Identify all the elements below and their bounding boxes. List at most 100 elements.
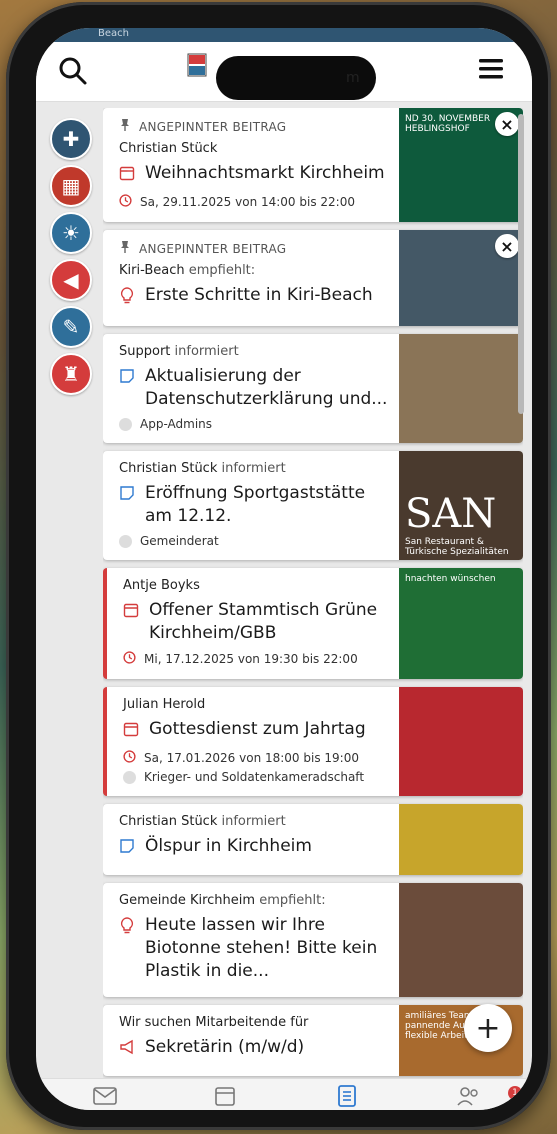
- top-bar: m: [36, 42, 532, 102]
- card-author: Julian Herold: [123, 697, 399, 712]
- card-title-row: Offener Stammtisch Grüne Kirchheim/GBB: [123, 599, 399, 645]
- author-name[interactable]: Support: [119, 344, 170, 359]
- close-icon[interactable]: ×: [495, 234, 519, 258]
- sidebar-note-button[interactable]: ✎: [50, 306, 92, 348]
- group-icon: [123, 770, 136, 784]
- status-bar: Beach: [36, 28, 532, 42]
- card-text: Gemeinde Kirchheim empfiehlt: Heute lasse…: [103, 883, 403, 997]
- card-title-row: Weihnachtsmarkt Kirchheim: [119, 162, 395, 188]
- pin-icon: [119, 118, 131, 135]
- event-date: Sa, 17.01.2026 von 18:00 bis 19:00: [144, 751, 359, 765]
- card-text: ANGEPINNTER BEITRAG Kiri-Beach empfiehlt:…: [103, 230, 403, 326]
- card-author: Gemeinde Kirchheim empfiehlt:: [119, 893, 395, 908]
- card-thumbnail: [399, 883, 523, 997]
- clock-icon: [123, 651, 136, 667]
- card-title: Offener Stammtisch Grüne Kirchheim/GBB: [149, 600, 378, 643]
- author-verb: empfiehlt:: [184, 263, 256, 278]
- card-thumbnail: hnachten wünschen: [399, 568, 523, 679]
- municipality-logo-icon: [187, 53, 207, 77]
- card-title-row: Erste Schritte in Kiri-Beach: [119, 284, 395, 312]
- event-date: Sa, 29.11.2025 von 14:00 bis 22:00: [140, 195, 355, 209]
- group-icon: [119, 534, 132, 548]
- hamburger-menu-icon[interactable]: [478, 56, 504, 82]
- card-title: Weihnachtsmarkt Kirchheim: [145, 163, 385, 183]
- sidebar-megaphone-button[interactable]: ◀: [50, 259, 92, 301]
- calendar-icon[interactable]: [212, 1085, 238, 1107]
- card-author: Kiri-Beach empfiehlt:: [119, 263, 395, 278]
- card-author: Support informiert: [119, 344, 395, 359]
- card-thumbnail: [399, 687, 523, 796]
- card-text: Wir suchen Mitarbeitende für Sekretärin (…: [103, 1005, 403, 1076]
- author-verb: empfiehlt:: [255, 893, 326, 908]
- pinned-label: ANGEPINNTER BEITRAG: [119, 118, 395, 135]
- feed-card[interactable]: Support informiert Aktualisierung der Dat…: [103, 334, 523, 443]
- group-name: Krieger- und Soldatenkameradschaft: [144, 770, 365, 784]
- author-name[interactable]: Christian Stück: [119, 814, 217, 829]
- card-title: Sekretärin (m/w/d): [145, 1037, 305, 1057]
- author-name[interactable]: Kiri-Beach: [119, 263, 185, 278]
- lightbulb-icon: [119, 917, 137, 942]
- pinned-label: ANGEPINNTER BEITRAG: [119, 240, 395, 257]
- note-icon: ✎: [62, 315, 80, 339]
- status-text: Beach: [98, 28, 129, 39]
- category-sidebar: ✚ ▦ ☀ ◀ ✎ ♜: [50, 118, 96, 400]
- thumbnail-text: hnachten wünschen: [405, 574, 496, 584]
- card-author: Christian Stück informiert: [119, 461, 395, 476]
- feed-card[interactable]: ANGEPINNTER BEITRAG Kiri-Beach empfiehlt:…: [103, 230, 523, 326]
- feed-card[interactable]: Christian Stück informiert Ölspur in Kirc…: [103, 804, 523, 875]
- pinned-label-text: ANGEPINNTER BEITRAG: [139, 119, 287, 134]
- lightbulb-icon: ☀: [62, 221, 80, 245]
- thumbnail-text: SAN: [405, 491, 497, 537]
- search-icon[interactable]: [58, 56, 88, 86]
- close-icon[interactable]: ×: [495, 112, 519, 136]
- feed-card[interactable]: Antje Boyks Offener Stammtisch Grüne Kirc…: [103, 568, 523, 679]
- feed-scrollbar[interactable]: [518, 114, 524, 414]
- card-text: Julian Herold Gottesdienst zum Jahrtag Sa,…: [107, 687, 407, 796]
- feed-list: ANGEPINNTER BEITRAG Christian Stück Weihna…: [103, 108, 523, 1078]
- add-post-button[interactable]: +: [464, 1004, 512, 1052]
- sidebar-calendar-button[interactable]: ▦: [50, 165, 92, 207]
- megaphone-icon: ◀: [63, 268, 79, 292]
- author-name[interactable]: Christian Stück: [119, 461, 217, 476]
- feed-card[interactable]: ANGEPINNTER BEITRAG Christian Stück Weihna…: [103, 108, 523, 222]
- group-row: App-Admins: [119, 417, 395, 431]
- card-thumbnail: SAN San Restaurant & Türkische Spezialitä…: [399, 451, 523, 560]
- app-title: m: [346, 70, 360, 86]
- event-date: Mi, 17.12.2025 von 19:30 bis 22:00: [144, 652, 358, 666]
- sidebar-crest-button[interactable]: ♜: [50, 353, 92, 395]
- phone-frame: Beach m ✚ ▦ ☀ ◀ ✎ ♜ ANGEPINNTER BEITRAG Christ…: [6, 2, 551, 1130]
- card-author: Christian Stück: [119, 141, 395, 156]
- card-thumbnail: [399, 804, 523, 875]
- author-name[interactable]: Antje Boyks: [123, 578, 200, 593]
- feed-icon[interactable]: [334, 1085, 360, 1107]
- card-title: Erste Schritte in Kiri-Beach: [145, 285, 373, 305]
- card-thumbnail: [399, 334, 523, 443]
- feed-card[interactable]: Gemeinde Kirchheim empfiehlt: Heute lasse…: [103, 883, 523, 997]
- event-date-row: Sa, 29.11.2025 von 14:00 bis 22:00: [119, 194, 395, 210]
- feed-card[interactable]: Christian Stück informiert Eröffnung Spor…: [103, 451, 523, 560]
- calendar-icon: ▦: [61, 174, 81, 198]
- mail-icon[interactable]: [92, 1085, 118, 1107]
- thumbnail-subtext: San Restaurant & Türkische Spezialitäten: [405, 537, 509, 557]
- sidebar-gift-button[interactable]: ✚: [50, 118, 92, 160]
- card-title: Heute lassen wir Ihre Biotonne stehen! B…: [145, 915, 378, 981]
- card-author: Christian Stück informiert: [119, 814, 395, 829]
- notification-badge: 1: [508, 1086, 522, 1100]
- author-name[interactable]: Christian Stück: [119, 141, 217, 156]
- calendar-icon: [123, 602, 141, 625]
- people-icon[interactable]: [456, 1085, 482, 1107]
- author-name[interactable]: Gemeinde Kirchheim: [119, 893, 255, 908]
- card-author: Antje Boyks: [123, 578, 399, 593]
- group-icon: [119, 417, 132, 431]
- feed-card[interactable]: Julian Herold Gottesdienst zum Jahrtag Sa,…: [103, 687, 523, 796]
- author-verb: informiert: [170, 344, 239, 359]
- note-icon: [119, 368, 137, 391]
- card-text: Antje Boyks Offener Stammtisch Grüne Kirc…: [107, 568, 407, 679]
- author-name[interactable]: Julian Herold: [123, 697, 205, 712]
- card-title: Gottesdienst zum Jahrtag: [149, 719, 366, 739]
- card-text: ANGEPINNTER BEITRAG Christian Stück Weihna…: [103, 108, 403, 222]
- author-name[interactable]: Wir suchen Mitarbeitende für: [119, 1015, 308, 1030]
- feed-card[interactable]: Wir suchen Mitarbeitende für Sekretärin (…: [103, 1005, 523, 1076]
- group-row: Gemeinderat: [119, 534, 395, 548]
- sidebar-lightbulb-button[interactable]: ☀: [50, 212, 92, 254]
